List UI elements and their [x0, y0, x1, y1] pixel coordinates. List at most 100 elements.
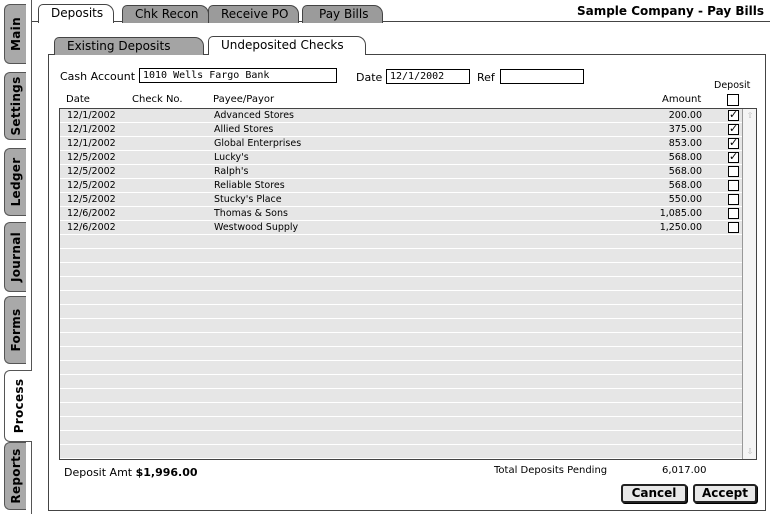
deposit-checkbox[interactable]	[728, 194, 739, 205]
side-tab-label: Process	[11, 378, 26, 434]
table-body: 12/1/2002 Advanced Stores 200.00 12/1/2002 A…	[60, 109, 742, 459]
column-header-payee: Payee/Payor	[213, 94, 275, 105]
table-row[interactable]	[60, 431, 742, 445]
table-row[interactable]: 12/1/2002 Global Enterprises 853.00	[60, 136, 742, 151]
table-row[interactable]: 12/5/2002 Ralph's 568.00	[60, 165, 742, 179]
table-row[interactable]: 12/5/2002 Lucky's 568.00	[60, 150, 742, 165]
column-header-amount: Amount	[662, 94, 702, 105]
scroll-up-icon[interactable]: ⇧	[745, 111, 755, 121]
cell-payee: Allied Stores	[214, 124, 274, 135]
cell-amount: 550.00	[668, 194, 702, 205]
side-tab-label: Journal	[8, 231, 23, 283]
date-field[interactable]: 12/1/2002	[386, 69, 470, 84]
deposit-checkbox[interactable]	[728, 222, 739, 233]
side-tab-label: Settings	[8, 76, 23, 136]
table-row[interactable]	[60, 319, 742, 333]
tab-deposits[interactable]: Deposits	[38, 4, 115, 23]
ref-label: Ref	[477, 71, 495, 84]
side-divider	[31, 0, 32, 370]
side-tab-label: Ledger	[8, 157, 23, 207]
table-row[interactable]: 12/6/2002 Westwood Supply 1,250.00	[60, 221, 742, 235]
deposit-checkbox[interactable]	[728, 136, 739, 149]
scroll-down-icon[interactable]: ⇩	[745, 447, 755, 457]
total-pending-label: Total Deposits Pending	[494, 465, 608, 476]
column-header-check-no: Check No.	[132, 94, 183, 105]
column-header-deposit: Deposit	[714, 80, 751, 91]
table-row[interactable]: 12/1/2002 Advanced Stores 200.00	[60, 109, 742, 123]
side-tab-label: Reports	[8, 448, 23, 504]
cell-amount: 1,085.00	[659, 208, 702, 219]
side-divider	[31, 442, 32, 514]
deposit-amount-label: Deposit Amt	[64, 466, 133, 479]
checks-table: 12/1/2002 Advanced Stores 200.00 12/1/2002 A…	[59, 108, 757, 460]
side-tab-main[interactable]: Main	[4, 4, 26, 64]
table-row[interactable]	[60, 403, 742, 417]
cell-date: 12/6/2002	[67, 222, 116, 233]
side-tab-forms[interactable]: Forms	[4, 296, 26, 364]
cancel-button[interactable]: Cancel	[621, 484, 687, 503]
table-row[interactable]	[60, 361, 742, 375]
cell-amount: 568.00	[668, 152, 702, 163]
deposit-checkbox[interactable]	[728, 180, 739, 191]
table-row[interactable]	[60, 235, 742, 249]
cell-payee: Advanced Stores	[214, 110, 295, 121]
side-tab-ledger[interactable]: Ledger	[4, 148, 26, 216]
tab-undeposited-checks[interactable]: Undeposited Checks	[208, 36, 366, 55]
side-tab-process[interactable]: Process	[4, 370, 32, 442]
column-header-date: Date	[66, 94, 90, 105]
vertical-scrollbar[interactable]: ⇧ ⇩	[742, 109, 756, 459]
tab-pay-bills[interactable]: Pay Bills	[302, 5, 384, 23]
cell-payee: Reliable Stores	[214, 180, 285, 191]
table-row[interactable]	[60, 305, 742, 319]
deposit-checkbox[interactable]	[728, 122, 739, 135]
cell-date: 12/5/2002	[67, 180, 116, 191]
cell-date: 12/5/2002	[67, 166, 116, 177]
side-tab-label: Forms	[8, 308, 23, 352]
table-row[interactable]: 12/5/2002 Reliable Stores 568.00	[60, 179, 742, 193]
tab-existing-deposits[interactable]: Existing Deposits	[54, 37, 204, 55]
cell-amount: 375.00	[668, 124, 702, 135]
accept-button[interactable]: Accept	[693, 484, 757, 503]
tab-chk-recon[interactable]: Chk Recon	[122, 5, 210, 23]
table-row[interactable]	[60, 333, 742, 347]
sub-tab-bar: Existing Deposits Undeposited Checks	[48, 35, 766, 55]
deposit-checkbox[interactable]	[728, 166, 739, 177]
table-row[interactable]	[60, 291, 742, 305]
table-row[interactable]	[60, 389, 742, 403]
table-row[interactable]	[60, 277, 742, 291]
side-tab-settings[interactable]: Settings	[4, 72, 26, 140]
tab-receive-po[interactable]: Receive PO	[208, 5, 300, 23]
side-tab-label: Main	[8, 17, 23, 51]
deposit-checkbox[interactable]	[728, 109, 739, 121]
cell-payee: Ralph's	[214, 166, 249, 177]
deposit-select-all-checkbox[interactable]	[727, 94, 739, 106]
table-row[interactable]: 12/1/2002 Allied Stores 375.00	[60, 122, 742, 137]
cell-payee: Stucky's Place	[214, 194, 282, 205]
deposit-amount-value: $1,996.00	[135, 466, 198, 479]
side-tab-reports[interactable]: Reports	[4, 442, 26, 510]
cell-amount: 1,250.00	[659, 222, 702, 233]
table-row[interactable]: 12/6/2002 Thomas & Sons 1,085.00	[60, 207, 742, 221]
table-row[interactable]	[60, 375, 742, 389]
cell-amount: 853.00	[668, 138, 702, 149]
table-row[interactable]	[60, 263, 742, 277]
table-row[interactable]: 12/5/2002 Stucky's Place 550.00	[60, 193, 742, 207]
table-row[interactable]	[60, 249, 742, 263]
cash-account-field[interactable]: 1010 Wells Fargo Bank	[139, 68, 337, 83]
ref-field[interactable]	[500, 69, 584, 84]
cell-payee: Global Enterprises	[214, 138, 302, 149]
table-row[interactable]	[60, 445, 742, 459]
date-label: Date	[356, 71, 383, 84]
table-row[interactable]	[60, 417, 742, 431]
side-tab-journal[interactable]: Journal	[4, 222, 26, 292]
total-pending-value: 6,017.00	[662, 465, 707, 476]
table-row[interactable]	[60, 347, 742, 361]
deposit-amount: Deposit Amt $1,996.00	[64, 466, 198, 479]
cell-date: 12/6/2002	[67, 208, 116, 219]
cash-account-label: Cash Account	[60, 70, 136, 83]
deposit-checkbox[interactable]	[728, 150, 739, 163]
deposit-checkbox[interactable]	[728, 208, 739, 219]
cell-date: 12/5/2002	[67, 152, 116, 163]
cell-date: 12/1/2002	[67, 124, 116, 135]
cell-amount: 568.00	[668, 180, 702, 191]
